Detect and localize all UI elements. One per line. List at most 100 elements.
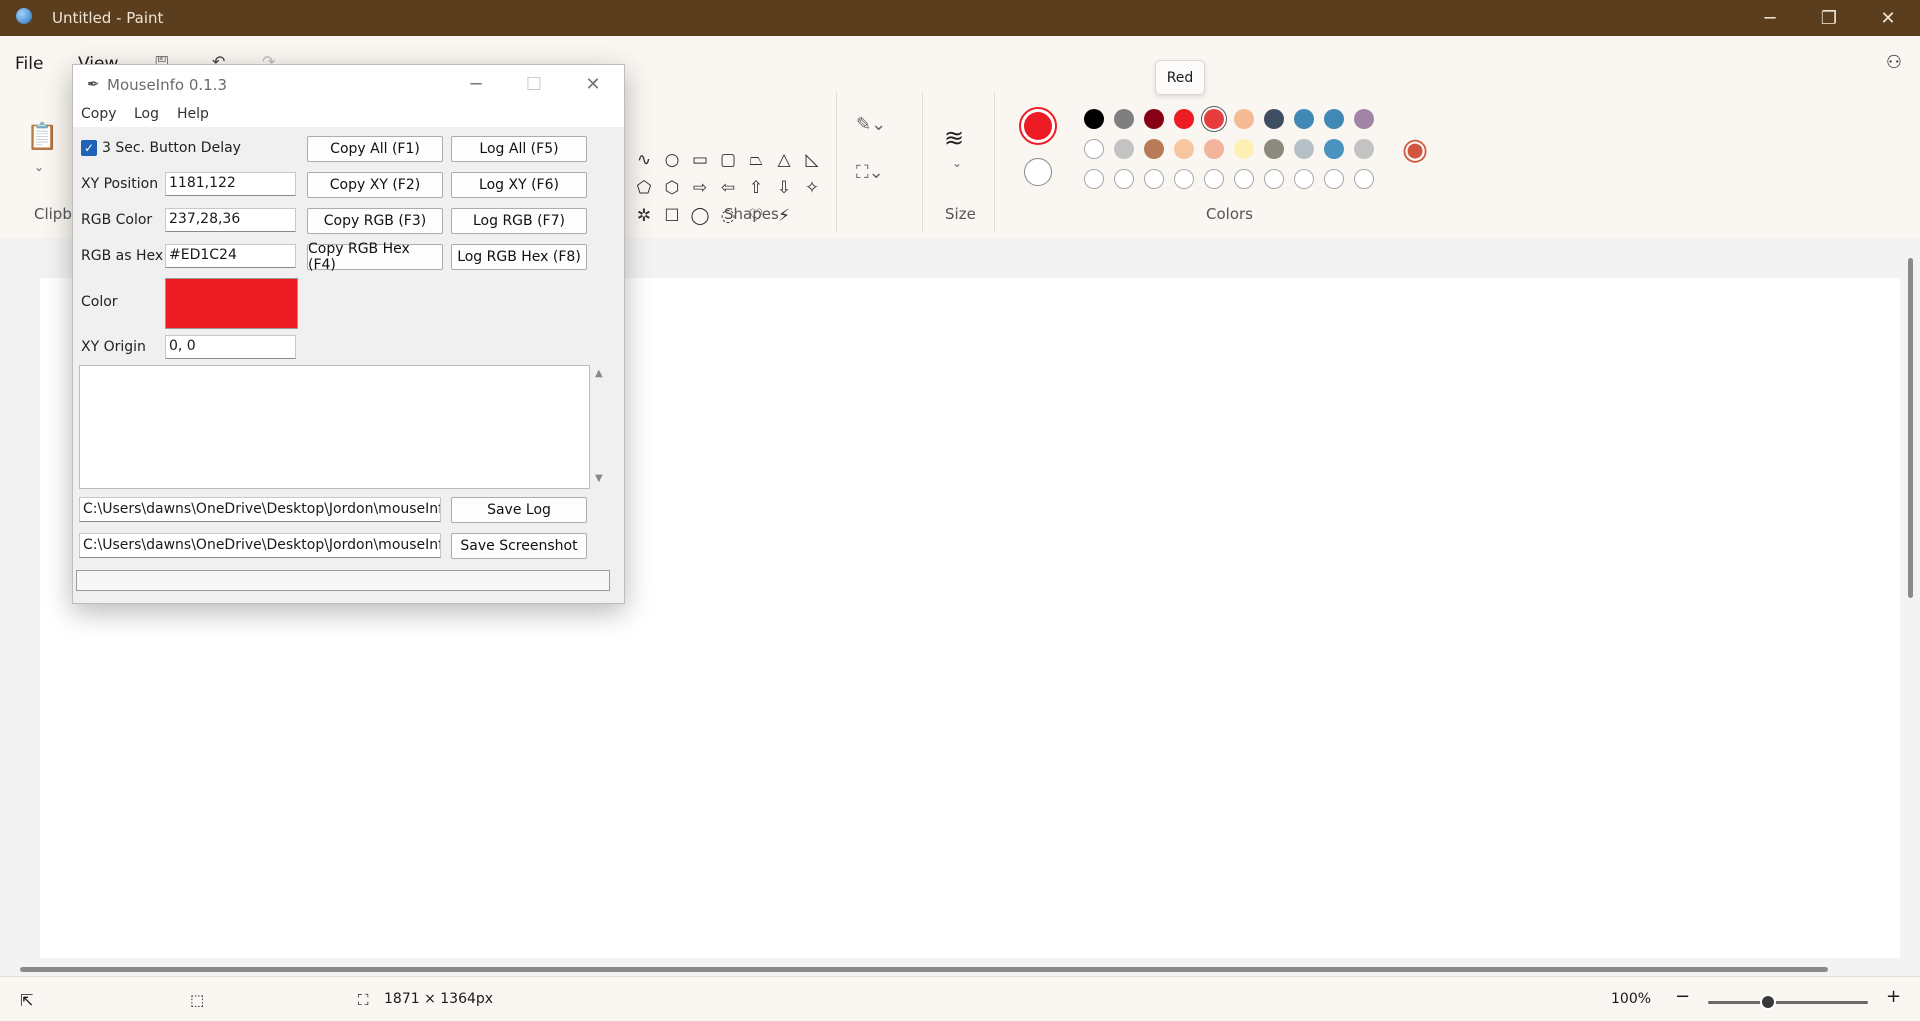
vertical-scrollbar[interactable] [1908,258,1913,598]
color-swatch[interactable] [1114,139,1134,159]
custom-color-slot[interactable] [1144,169,1164,189]
color-swatch[interactable] [1204,139,1224,159]
custom-color-slot[interactable] [1234,169,1254,189]
custom-color-slot[interactable] [1174,169,1194,189]
mouseinfo-menu-copy[interactable]: Copy [81,106,117,122]
rgb-hex-field[interactable]: #ED1C24 [165,244,296,268]
zoom-level[interactable]: 100% [1611,991,1651,1007]
color-swatch[interactable] [1234,109,1254,129]
size-icon[interactable]: ≋ [944,124,964,152]
shape-7-icon[interactable]: ⬠ [630,174,658,202]
color-swatch[interactable] [1174,109,1194,129]
share-icon[interactable]: ⚇ [1886,52,1902,73]
shape-4-icon[interactable]: ⏢ [742,146,770,174]
save-screenshot-button[interactable]: Save Screenshot [451,533,587,559]
chevron-down-icon[interactable]: ⌄ [952,156,962,170]
shape-0-icon[interactable]: ∿ [630,146,658,174]
copy-rgb-button[interactable]: Copy RGB (F3) [307,208,443,234]
log-path-field[interactable]: C:\Users\dawns\OneDrive\Desktop\Jordon\m… [79,497,441,522]
custom-color-slot[interactable] [1114,169,1134,189]
color-swatch[interactable] [1084,109,1104,129]
color-swatch[interactable] [1264,139,1284,159]
paste-icon[interactable]: 📋 [26,122,58,152]
log-all-button[interactable]: Log All (F5) [451,136,587,162]
color-tooltip: Red [1155,60,1205,95]
custom-color-slot[interactable] [1084,169,1104,189]
xy-position-field[interactable]: 1181,122 [165,172,296,196]
color-swatch[interactable] [1294,139,1314,159]
paint-app-icon [16,8,32,24]
shape-16-icon[interactable]: ◯ [686,202,714,230]
color-swatch[interactable] [1204,109,1224,129]
shape-9-icon[interactable]: ⇨ [686,174,714,202]
color-swatch[interactable] [1324,109,1344,129]
xy-origin-field[interactable]: 0, 0 [165,335,296,359]
color-swatch[interactable] [1354,109,1374,129]
copy-xy-button[interactable]: Copy XY (F2) [307,172,443,198]
log-textarea[interactable] [79,365,590,489]
menu-file[interactable]: File [15,54,43,74]
minimize-button[interactable]: ─ [1741,0,1799,36]
custom-color-slot[interactable] [1324,169,1344,189]
zoom-in-icon[interactable]: + [1886,986,1901,1007]
mouseinfo-menu-log[interactable]: Log [134,106,159,122]
color-swatch[interactable] [1324,139,1344,159]
outline-icon[interactable]: ✎⌄ [856,114,886,135]
mouseinfo-close-button[interactable]: ✕ [578,71,608,97]
shape-14-icon[interactable]: ✲ [630,202,658,230]
zoom-slider-thumb[interactable] [1760,994,1776,1010]
color-swatch[interactable] [1234,139,1254,159]
edit-colors-icon[interactable]: ◉ [1402,132,1428,167]
delay-checkbox[interactable]: ✓ [81,140,97,156]
close-button[interactable]: ✕ [1859,0,1917,36]
xy-origin-label: XY Origin [81,339,146,355]
shape-12-icon[interactable]: ⇩ [770,174,798,202]
shape-15-icon[interactable]: ☐ [658,202,686,230]
fill-icon[interactable]: ⛶⌄ [856,162,884,183]
color-swatch[interactable] [1174,139,1194,159]
color-swatch[interactable] [1354,139,1374,159]
mouseinfo-minimize-button[interactable]: ─ [461,71,491,97]
color-preview [165,278,298,329]
custom-color-slot[interactable] [1204,169,1224,189]
color-swatch[interactable] [1114,109,1134,129]
zoom-slider[interactable] [1708,1001,1868,1004]
shape-2-icon[interactable]: ▭ [686,146,714,174]
copy-all-button[interactable]: Copy All (F1) [307,136,443,162]
screenshot-path-field[interactable]: C:\Users\dawns\OneDrive\Desktop\Jordon\m… [79,533,441,558]
separator [836,92,837,232]
shape-3-icon[interactable]: ▢ [714,146,742,174]
zoom-out-icon[interactable]: − [1675,986,1690,1007]
horizontal-scrollbar[interactable] [20,967,1828,972]
scroll-up-icon[interactable]: ▲ [595,368,603,379]
shape-1-icon[interactable]: ○ [658,146,686,174]
rgb-color-field[interactable]: 237,28,36 [165,208,296,232]
color-swatch[interactable] [1144,139,1164,159]
shape-8-icon[interactable]: ⬡ [658,174,686,202]
mouseinfo-maximize-button[interactable]: ☐ [519,71,549,97]
scroll-down-icon[interactable]: ▼ [595,473,603,484]
shape-11-icon[interactable]: ⇧ [742,174,770,202]
color-swatch[interactable] [1264,109,1284,129]
shape-6-icon[interactable]: ◺ [798,146,826,174]
shape-5-icon[interactable]: △ [770,146,798,174]
color-swatch[interactable] [1084,139,1104,159]
group-label-shapes: Shapes [724,205,779,223]
shape-13-icon[interactable]: ✧ [798,174,826,202]
shape-10-icon[interactable]: ⇦ [714,174,742,202]
primary-color[interactable] [1024,112,1052,140]
log-rgb-hex-button[interactable]: Log RGB Hex (F8) [451,244,587,270]
save-log-button[interactable]: Save Log [451,497,587,523]
maximize-button[interactable]: ❐ [1800,0,1858,36]
custom-color-slot[interactable] [1264,169,1284,189]
color-swatch[interactable] [1144,109,1164,129]
secondary-color[interactable] [1024,158,1052,186]
custom-color-slot[interactable] [1354,169,1374,189]
color-swatch[interactable] [1294,109,1314,129]
chevron-down-icon[interactable]: ⌄ [34,160,44,174]
log-xy-button[interactable]: Log XY (F6) [451,172,587,198]
custom-color-slot[interactable] [1294,169,1314,189]
log-rgb-button[interactable]: Log RGB (F7) [451,208,587,234]
mouseinfo-menu-help[interactable]: Help [177,106,209,122]
copy-rgb-hex-button[interactable]: Copy RGB Hex (F4) [307,241,443,273]
